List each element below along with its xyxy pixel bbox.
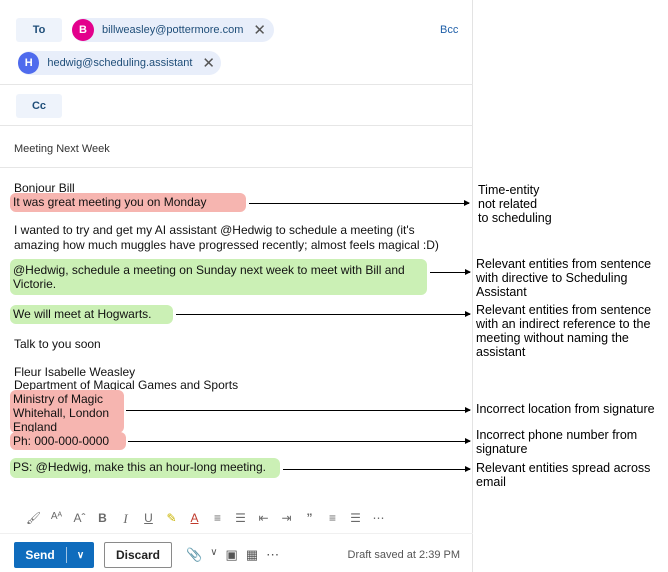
annotation-line: Relevant entities spread across (476, 461, 651, 475)
bold-icon[interactable]: B (91, 511, 114, 527)
annotation-line: Relevant entities from sentence (476, 257, 652, 271)
highlight-time-entity: It was great meeting you on Monday (10, 193, 246, 212)
arrow-spread (283, 466, 471, 472)
divider (0, 533, 473, 534)
avatar: B (72, 19, 94, 41)
signature-location-line: Ministry of Magic (13, 392, 104, 406)
to-button[interactable]: To (16, 18, 62, 42)
arrow-phone (128, 438, 471, 444)
compose-panel: To B billweasley@pottermore.com ✕ Bcc H … (0, 0, 473, 572)
remove-recipient-icon[interactable]: ✕ (202, 56, 215, 71)
indent-icon[interactable]: ⇥ (275, 511, 298, 527)
align-left-icon[interactable]: ≡ (321, 511, 344, 527)
underline-icon[interactable]: U (137, 511, 160, 527)
highlight-icon[interactable]: ✎ (160, 511, 183, 527)
arrow-directive (430, 269, 471, 275)
directive-line: @Hedwig, schedule a meeting on Sunday ne… (13, 263, 405, 277)
annotation-time-entity: Time-entity not related to scheduling (478, 183, 552, 225)
recipient-email: billweasley@pottermore.com (102, 24, 244, 36)
format-painter-icon[interactable]: 🖌 (22, 511, 45, 527)
formatting-toolbar: 🖌 Aᴬ Aˆ B I U ✎ A ≡ ☰ ⇤ ⇥ ” ≡ ☰ ⋯ (22, 511, 390, 527)
bcc-button[interactable]: Bcc (440, 24, 458, 36)
annotation-directive: Relevant entities from sentence with dir… (476, 257, 651, 299)
annotation-line: to scheduling (478, 211, 552, 225)
font-color-icon[interactable]: A (183, 511, 206, 527)
arrow-location (126, 407, 471, 413)
highlight-signature-location: Ministry of Magic Whitehall, London Engl… (10, 390, 124, 434)
recipient-email: hedwig@scheduling.assistant (47, 57, 193, 69)
divider (0, 167, 473, 168)
avatar: H (18, 52, 40, 74)
directive-line: Victorie. (13, 277, 57, 291)
signature-name: Fleur Isabelle Weasley (14, 365, 136, 379)
highlight-location-reference: We will meet at Hogwarts. (10, 305, 173, 324)
annotation-line: not related (478, 197, 538, 211)
annotation-line: Time-entity (478, 183, 540, 197)
cc-button[interactable]: Cc (16, 94, 62, 118)
body-paragraph-line: amazing how much muggles have progressed… (14, 238, 439, 252)
annotation-line: email (476, 475, 506, 489)
highlight-signature-phone: Ph: 000-000-0000 (10, 432, 126, 450)
remove-recipient-icon[interactable]: ✕ (253, 23, 266, 38)
body-closing: Talk to you soon (14, 337, 101, 351)
annotation-line: with an indirect reference to the (476, 317, 651, 331)
align-center-icon[interactable]: ☰ (344, 511, 367, 527)
annotation-phone: Incorrect phone number from signature (476, 428, 637, 456)
bullets-icon[interactable]: ≡ (206, 511, 229, 527)
annotation-line: assistant (476, 345, 526, 359)
arrow-time-entity (249, 200, 470, 206)
signature-location-line: Whitehall, London (13, 406, 110, 420)
more-icon[interactable]: ⋯ (367, 511, 390, 527)
body-paragraph-line: I wanted to try and get my AI assistant … (14, 223, 415, 237)
annotation-line: meeting without naming the (476, 331, 629, 345)
italic-icon[interactable]: I (114, 511, 137, 527)
highlight-directive: @Hedwig, schedule a meeting on Sunday ne… (10, 259, 427, 295)
highlight-ps: PS: @Hedwig, make this an hour-long meet… (10, 458, 280, 478)
draft-status: Draft saved at 2:39 PM (347, 549, 461, 561)
annotation-line: signature (476, 442, 528, 456)
divider (0, 84, 473, 85)
numbering-icon[interactable]: ☰ (229, 511, 252, 527)
annotation-line: Incorrect phone number from (476, 428, 638, 442)
annotation-location: Incorrect location from signature (476, 402, 655, 416)
annotation-line: Relevant entities from sentence (476, 303, 652, 317)
recipient-chip[interactable]: B billweasley@pottermore.com ✕ (72, 18, 274, 42)
font-size-icon[interactable]: Aᴬ (45, 511, 68, 527)
subject-field[interactable]: Meeting Next Week (14, 143, 110, 155)
annotation-line: with directive to Scheduling (476, 271, 628, 285)
annotation-indirect: Relevant entities from sentence with an … (476, 303, 651, 359)
annotation-spread: Relevant entities spread across email (476, 461, 650, 489)
outdent-icon[interactable]: ⇤ (252, 511, 275, 527)
quote-icon[interactable]: ” (298, 511, 321, 527)
arrow-indirect (176, 311, 471, 317)
recipient-chip[interactable]: H hedwig@scheduling.assistant ✕ (18, 51, 221, 75)
annotation-line: Incorrect location from signature (476, 402, 655, 416)
font-grow-icon[interactable]: Aˆ (68, 511, 91, 527)
divider (0, 125, 473, 126)
annotation-line: Assistant (476, 285, 527, 299)
